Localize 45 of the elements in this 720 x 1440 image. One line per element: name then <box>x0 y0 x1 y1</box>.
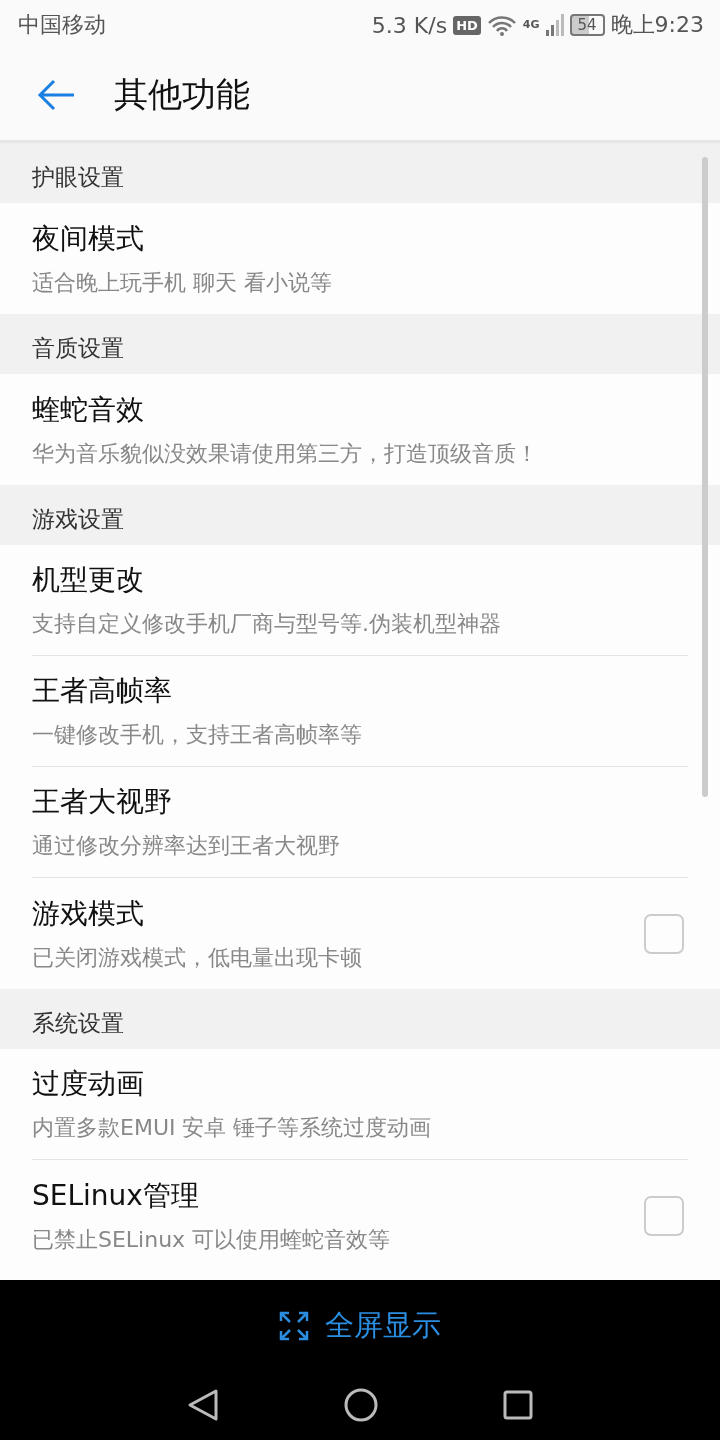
settings-item[interactable]: 游戏模式 已关闭游戏模式，低电量出现卡顿 <box>32 878 688 989</box>
network-type: 4G <box>522 18 540 31</box>
item-title: 游戏模式 <box>32 895 145 932</box>
item-title: 夜间模式 <box>32 220 145 257</box>
section-header: 护眼设置 <box>0 143 720 203</box>
item-title: 王者大视野 <box>32 784 173 820</box>
settings-item[interactable]: 机型更改 支持自定义修改手机厂商与型号等.伪装机型神器 <box>32 545 688 656</box>
page-title: 其他功能 <box>114 73 250 116</box>
section-header: 系统设置 <box>0 989 720 1049</box>
clock: 晚上9:23 <box>610 11 704 39</box>
settings-item[interactable]: 夜间模式 适合晚上玩手机 聊天 看小说等 <box>32 203 688 314</box>
checkbox[interactable] <box>644 913 684 954</box>
settings-item[interactable]: SELinux管理 已禁止SELinux 可以使用蝰蛇音效等 <box>32 1160 688 1271</box>
item-subtitle: 已禁止SELinux 可以使用蝰蛇音效等 <box>32 1225 392 1254</box>
item-subtitle: 内置多款EMUI 安卓 锤子等系统过度动画 <box>32 1114 433 1142</box>
item-title: SELinux管理 <box>32 1177 200 1214</box>
item-title: 机型更改 <box>32 562 145 598</box>
settings-item[interactable]: 王者高帧率 一键修改手机，支持王者高帧率等 <box>32 656 688 767</box>
settings-item[interactable]: 过度动画 内置多款EMUI 安卓 锤子等系统过度动画 <box>32 1049 688 1160</box>
hd-badge: HD <box>453 15 481 35</box>
item-subtitle: 适合晚上玩手机 聊天 看小说等 <box>32 268 333 297</box>
wifi-icon <box>486 14 517 36</box>
network-speed: 5.3 K/s <box>371 12 448 38</box>
item-subtitle: 已关闭游戏模式，低电量出现卡顿 <box>32 943 363 972</box>
item-title: 王者高帧率 <box>32 673 173 709</box>
item-subtitle: 一键修改手机，支持王者高帧率等 <box>32 721 363 749</box>
item-subtitle: 支持自定义修改手机厂商与型号等.伪装机型神器 <box>32 610 502 638</box>
checkbox[interactable] <box>644 1195 684 1236</box>
signal-icon <box>545 14 564 36</box>
section-header: 音质设置 <box>0 314 720 374</box>
back-arrow-icon[interactable] <box>36 79 76 111</box>
settings-item[interactable]: 王者大视野 通过修改分辨率达到王者大视野 <box>32 767 688 878</box>
item-subtitle: 华为音乐貌似没效果请使用第三方，打造顶级音质！ <box>32 439 539 468</box>
item-title: 过度动画 <box>32 1066 145 1102</box>
recents-icon[interactable] <box>503 1390 533 1420</box>
back-icon[interactable] <box>187 1388 219 1422</box>
item-subtitle: 通过修改分辨率达到王者大视野 <box>32 832 341 860</box>
home-icon[interactable] <box>344 1388 378 1422</box>
expand-icon <box>279 1311 309 1341</box>
carrier-name: 中国移动 <box>18 11 106 39</box>
settings-item[interactable]: 蝰蛇音效 华为音乐貌似没效果请使用第三方，打造顶级音质！ <box>32 374 688 485</box>
fullscreen-button[interactable]: 全屏显示 <box>275 1302 445 1350</box>
battery-level: 54 <box>569 14 605 36</box>
section-header: 游戏设置 <box>0 485 720 545</box>
item-title: 蝰蛇音效 <box>32 391 145 428</box>
